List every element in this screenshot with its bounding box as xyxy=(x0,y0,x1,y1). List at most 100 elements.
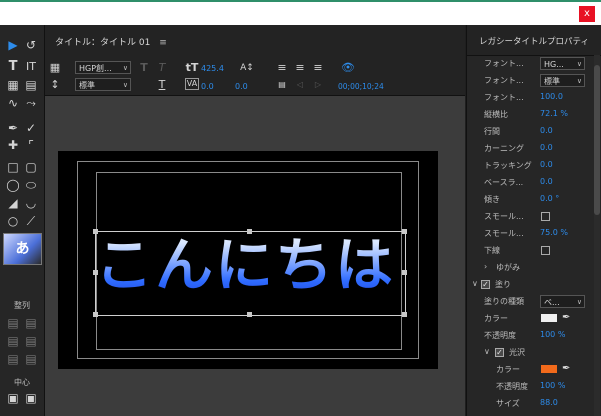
prop-value: HG... xyxy=(544,60,564,69)
prop-value[interactable]: 0.0 xyxy=(540,126,553,135)
rounded-rectangle-tool-icon[interactable]: ▢ xyxy=(23,159,39,175)
align-bottom-icon[interactable]: ▤ xyxy=(23,351,39,367)
prop-value[interactable]: 88.0 xyxy=(540,398,558,407)
resize-handle[interactable] xyxy=(402,312,407,317)
scrollbar-thumb[interactable] xyxy=(594,65,600,215)
convert-anchor-tool-icon[interactable]: ⌜ xyxy=(23,137,39,153)
vertical-path-type-tool-icon[interactable]: ⤳ xyxy=(23,95,39,111)
resize-handle[interactable] xyxy=(93,229,98,234)
tab-right-icon[interactable]: ▷ xyxy=(311,78,325,92)
prop-value[interactable]: 0.0 xyxy=(540,177,553,186)
font-size-value[interactable]: 425.4 xyxy=(201,64,224,73)
rotate-tool-icon[interactable]: ↺ xyxy=(23,37,39,53)
chevron-down-icon[interactable]: ∨ xyxy=(484,347,490,356)
title-text[interactable]: こんにちは xyxy=(95,218,395,302)
align-text-center-icon[interactable]: ≡ xyxy=(293,61,307,75)
fill-type-dropdown[interactable]: ベ... ∨ xyxy=(540,295,585,308)
align-left-icon[interactable]: ▤ xyxy=(5,315,21,331)
prop-row-fill[interactable]: ∨ ✓ 塗り xyxy=(467,276,595,293)
properties-scrollbar[interactable] xyxy=(594,55,600,416)
italic-icon[interactable]: T xyxy=(155,61,169,75)
kerning-value[interactable]: 0.0 xyxy=(201,82,214,91)
area-type-tool-icon[interactable]: ▦ xyxy=(5,77,21,93)
prop-row-font-family: フォント... HG... ∨ xyxy=(467,55,595,72)
font-style-dropdown[interactable]: 標準 ∨ xyxy=(540,74,585,87)
bold-icon[interactable]: T xyxy=(137,61,151,75)
resize-handle[interactable] xyxy=(402,229,407,234)
resize-handle[interactable] xyxy=(402,270,407,275)
chevron-down-icon[interactable]: ∨ xyxy=(472,279,478,288)
timecode-value[interactable]: 00;00;10;24 xyxy=(338,82,384,91)
wedge-tool-icon[interactable]: ◢ xyxy=(5,195,21,211)
align-text-right-icon[interactable]: ≡ xyxy=(311,61,325,75)
sheen-checkbox[interactable]: ✓ xyxy=(495,348,504,357)
prop-row-distort[interactable]: › ゆがみ xyxy=(467,259,595,276)
chevron-down-icon: ∨ xyxy=(122,64,128,72)
chevron-down-icon: ∨ xyxy=(576,77,582,85)
chevron-right-icon[interactable]: › xyxy=(484,262,487,271)
font-family-dropdown[interactable]: HG... ∨ xyxy=(540,57,585,70)
smallcaps-checkbox[interactable] xyxy=(541,212,550,221)
underline-checkbox[interactable] xyxy=(541,246,550,255)
prop-row-sheen[interactable]: ∨ ✓ 光沢 xyxy=(467,344,595,361)
align-text-left-icon[interactable]: ≡ xyxy=(275,61,289,75)
sheen-color-swatch[interactable] xyxy=(541,365,557,373)
delete-anchor-tool-icon[interactable]: ✓ xyxy=(23,120,39,136)
add-anchor-tool-icon[interactable]: ✚ xyxy=(5,137,21,153)
type-tool-icon[interactable]: T xyxy=(5,59,21,75)
style-swatch-thumbnail[interactable]: あ xyxy=(3,233,42,265)
ellipse-tool-icon[interactable]: ◯ xyxy=(5,177,21,193)
eyedropper-icon[interactable]: ✒ xyxy=(562,363,570,374)
show-background-video-icon[interactable]: 👁 xyxy=(341,61,355,75)
leading-value[interactable]: 0.0 xyxy=(235,82,248,91)
vertical-area-type-tool-icon[interactable]: ▤ xyxy=(23,77,39,93)
hamburger-icon[interactable]: ≡ xyxy=(159,38,167,48)
selection-tool-icon[interactable]: ▶ xyxy=(5,37,21,53)
close-button[interactable]: x xyxy=(579,6,595,22)
resize-handle[interactable] xyxy=(247,229,252,234)
font-family-dropdown[interactable]: HGP創... ∨ xyxy=(75,61,131,74)
title-canvas-area: こんにちは xyxy=(45,96,465,416)
align-center-h-icon[interactable]: ▤ xyxy=(5,333,21,349)
title-tab[interactable]: タイトル：タイトル 01 ≡ xyxy=(55,35,167,48)
center-horizontal-icon[interactable]: ▣ xyxy=(5,390,21,406)
background-video-toggle-icon[interactable]: ▦ xyxy=(48,61,62,75)
vertical-type-tool-icon[interactable]: IT xyxy=(23,59,39,75)
prop-value[interactable]: 100.0 xyxy=(540,92,563,101)
prop-row-smallcaps-size: スモール... 75.0 % xyxy=(467,225,595,242)
font-style-dropdown[interactable]: 標準 ∨ xyxy=(75,78,131,91)
prop-value[interactable]: 100 % xyxy=(540,330,565,339)
pen-tool-icon[interactable]: ✒ xyxy=(5,120,21,136)
properties-title: レガシータイトルプロパティ xyxy=(479,37,589,47)
resize-handle[interactable] xyxy=(93,270,98,275)
clipped-rectangle-tool-icon[interactable]: ⬭ xyxy=(23,177,39,193)
eyedropper-icon[interactable]: ✒ xyxy=(562,312,570,323)
resize-handle[interactable] xyxy=(247,312,252,317)
arc-tool-icon[interactable]: ◡ xyxy=(23,195,39,211)
circle-tool-icon[interactable]: ○ xyxy=(5,213,21,229)
kerning-icon: VA xyxy=(185,78,199,90)
resize-handle[interactable] xyxy=(93,312,98,317)
align-right-icon[interactable]: ▤ xyxy=(5,351,21,367)
fill-color-swatch[interactable] xyxy=(541,314,557,322)
align-center-v-icon[interactable]: ▤ xyxy=(23,333,39,349)
path-type-tool-icon[interactable]: ∿ xyxy=(5,95,21,111)
tab-left-icon[interactable]: ◁ xyxy=(293,78,307,92)
prop-label: 塗りの種類 xyxy=(484,297,524,306)
fill-checkbox[interactable]: ✓ xyxy=(481,280,490,289)
line-tool-icon[interactable]: ⟋ xyxy=(23,213,39,229)
prop-value[interactable]: 0.0 ° xyxy=(540,194,559,203)
tab-stops-icon[interactable]: ▤ xyxy=(275,78,289,92)
prop-value[interactable]: 0.0 xyxy=(540,160,553,169)
align-top-icon[interactable]: ▤ xyxy=(23,315,39,331)
rectangle-tool-icon[interactable]: □ xyxy=(5,159,21,175)
prop-value[interactable]: 72.1 % xyxy=(540,109,568,118)
underline-icon[interactable]: T xyxy=(155,78,169,92)
prop-value[interactable]: 0.0 xyxy=(540,143,553,152)
prop-value[interactable]: 75.0 % xyxy=(540,228,568,237)
center-vertical-icon[interactable]: ▣ xyxy=(23,390,39,406)
prop-value[interactable]: 100 % xyxy=(540,381,565,390)
prop-row-kerning: カーニング 0.0 xyxy=(467,140,595,157)
video-frame[interactable]: こんにちは xyxy=(58,151,438,369)
properties-header: レガシータイトルプロパティ xyxy=(467,25,601,56)
